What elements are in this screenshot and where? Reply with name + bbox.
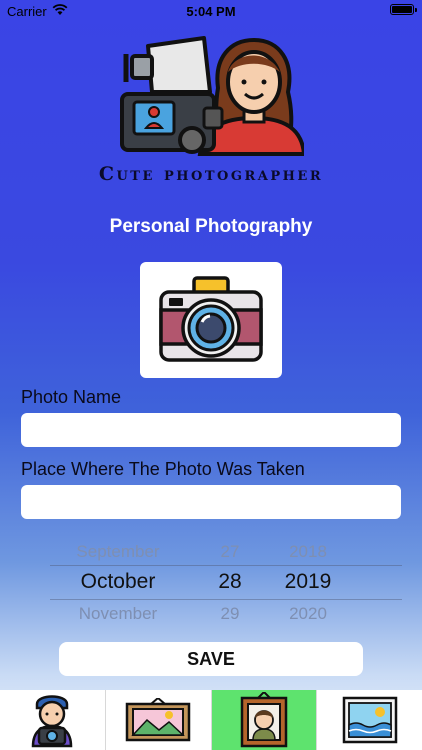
tab-portrait[interactable] <box>210 690 317 750</box>
camera-icon <box>159 276 263 362</box>
picker-divider-top <box>50 565 402 566</box>
date-picker[interactable]: September 27 2018 October 28 2019 Novemb… <box>0 536 422 628</box>
tab-bar <box>0 690 422 750</box>
status-bar: Carrier 5:04 PM <box>0 0 422 22</box>
photo-name-input[interactable] <box>21 413 401 447</box>
date-picker-row-selected[interactable]: October 28 2019 <box>0 570 422 598</box>
battery-icon <box>390 4 417 15</box>
tab-landscape[interactable] <box>104 690 211 750</box>
portrait-frame-icon <box>240 692 288 748</box>
picker-year-below[interactable]: 2020 <box>276 604 340 624</box>
tab-seascape[interactable] <box>316 690 422 750</box>
page-subtitle: Personal Photography <box>109 216 313 237</box>
save-button[interactable]: SAVE <box>59 642 363 676</box>
photographer-icon <box>32 695 73 748</box>
picker-day-selected[interactable]: 28 <box>200 570 260 594</box>
clock: 5:04 PM <box>186 4 236 19</box>
seascape-picture-icon <box>342 696 397 744</box>
picker-divider-bottom <box>50 599 402 600</box>
photographer-with-camera-icon <box>120 36 304 156</box>
picker-month-above[interactable]: September <box>60 542 176 562</box>
app-brand-title: Cute photographer <box>98 163 324 185</box>
picker-day-above[interactable]: 27 <box>200 542 260 562</box>
picker-year-selected[interactable]: 2019 <box>276 570 340 594</box>
picker-day-below[interactable]: 29 <box>200 604 260 624</box>
picker-month-selected[interactable]: October <box>60 570 176 594</box>
photo-name-label: Photo Name <box>21 387 122 407</box>
place-label: Place Where The Photo Was Taken <box>21 459 305 479</box>
date-picker-row-below[interactable]: November 29 2020 <box>0 604 422 628</box>
picker-year-above[interactable]: 2018 <box>276 542 340 562</box>
picker-month-below[interactable]: November <box>60 604 176 624</box>
place-input[interactable] <box>21 485 401 519</box>
landscape-frame-icon <box>125 698 191 742</box>
tab-photographer[interactable] <box>0 690 105 750</box>
photo-picker-button[interactable] <box>140 262 282 378</box>
